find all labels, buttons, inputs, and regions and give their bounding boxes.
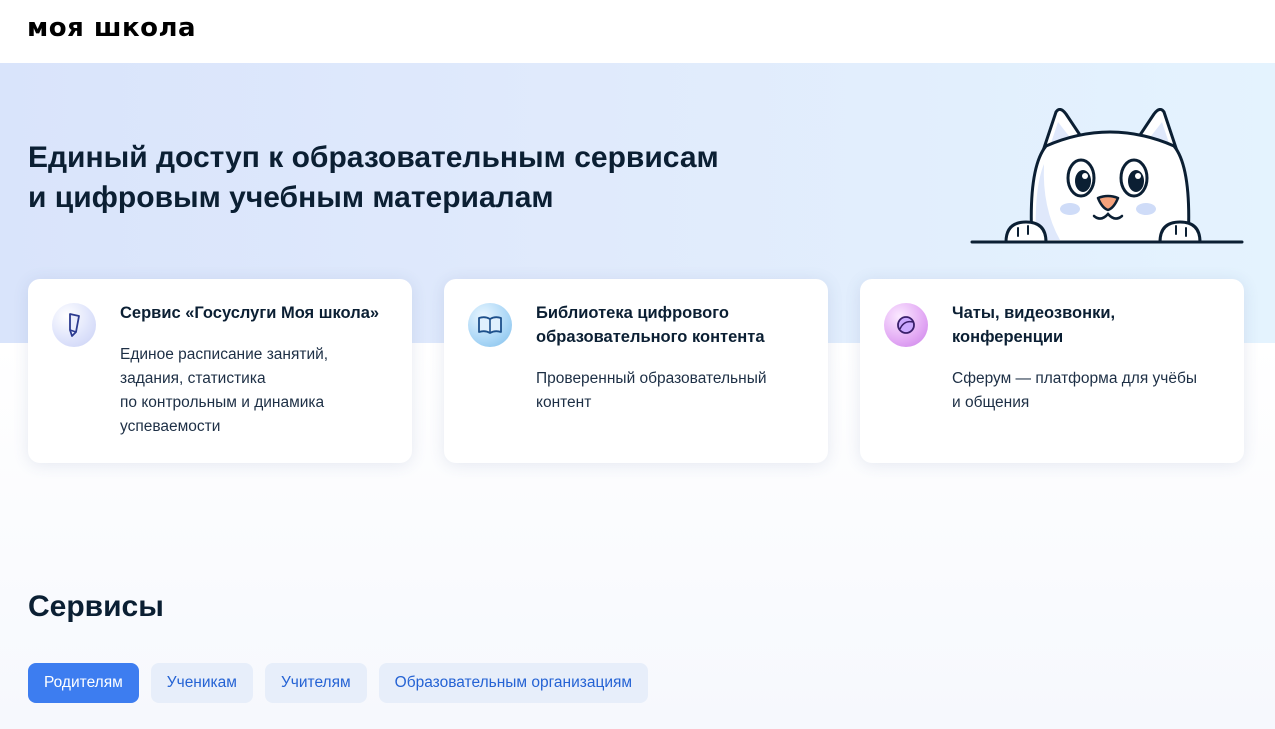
card-title-line: конференции bbox=[952, 328, 1064, 346]
tab-parents[interactable]: Родителям bbox=[28, 663, 139, 703]
card-description: Единое расписание занятий, задания, стат… bbox=[120, 343, 400, 439]
card-text-line: успеваемости bbox=[120, 418, 221, 435]
services-title: Сервисы bbox=[28, 590, 164, 623]
card-title: Чаты, видеозвонки, конференции bbox=[952, 301, 1222, 349]
sphere-icon bbox=[884, 303, 928, 347]
card-title: Сервис «Госуслуги Моя школа» bbox=[120, 301, 390, 325]
card-description: Сферум — платформа для учёбы и общения bbox=[952, 367, 1232, 415]
pencil-icon bbox=[52, 303, 96, 347]
hero-title: Единый доступ к образовательным сервисам… bbox=[28, 138, 788, 218]
card-title: Библиотека цифрового образовательного ко… bbox=[536, 301, 806, 349]
logo[interactable]: моя школа bbox=[27, 13, 196, 43]
card-text-line: и общения bbox=[952, 394, 1030, 411]
service-card-library[interactable]: Библиотека цифрового образовательного ко… bbox=[444, 279, 828, 463]
card-title-line: Сервис «Госуслуги Моя школа» bbox=[120, 304, 380, 322]
card-text-line: задания, статистика bbox=[120, 370, 266, 387]
card-title-line: Чаты, видеозвонки, bbox=[952, 304, 1116, 322]
card-text-line: по контрольным и динамика bbox=[120, 394, 325, 411]
cat-mascot-icon bbox=[970, 108, 1244, 244]
tab-organizations[interactable]: Образовательным организациям bbox=[378, 663, 649, 703]
card-text-line: Единое расписание занятий, bbox=[120, 346, 329, 363]
service-card-sferum[interactable]: Чаты, видеозвонки, конференции Сферум — … bbox=[860, 279, 1244, 463]
hero-title-line: Единый доступ к образовательным сервисам bbox=[28, 141, 719, 174]
tab-students[interactable]: Ученикам bbox=[150, 663, 253, 703]
card-text-line: Сферум — платформа для учёбы bbox=[952, 370, 1198, 387]
card-text-line: Проверенный образовательный bbox=[536, 370, 767, 387]
card-description: Проверенный образовательный контент bbox=[536, 367, 816, 415]
hero-title-line: и цифровым учебным материалам bbox=[28, 181, 554, 214]
book-icon bbox=[468, 303, 512, 347]
card-title-line: образовательного контента bbox=[536, 328, 765, 346]
card-text-line: контент bbox=[536, 394, 592, 411]
tab-teachers[interactable]: Учителям bbox=[264, 663, 367, 703]
service-card-gosuslugi[interactable]: Сервис «Госуслуги Моя школа» Единое расп… bbox=[28, 279, 412, 463]
header: моя школа bbox=[0, 0, 1275, 63]
audience-tabs: Родителям Ученикам Учителям Образователь… bbox=[28, 663, 649, 703]
card-title-line: Библиотека цифрового bbox=[536, 304, 729, 322]
